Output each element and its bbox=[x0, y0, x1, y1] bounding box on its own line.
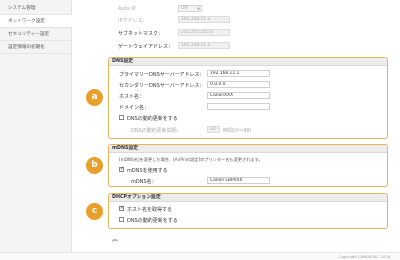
mdns-settings-section: mDNS設定 [mDNS名]を変更した場合、[AirPrint設定]のプリンター… bbox=[108, 144, 388, 187]
sidebar: システム管理 ネットワーク設定 セキュリティー設定 設定情報の初期化 bbox=[0, 0, 72, 260]
callout-badge-b: b bbox=[86, 157, 103, 174]
secondary-dns-label: セカンダリーDNSサーバーアドレス： bbox=[119, 83, 205, 89]
callout-badge-a: a bbox=[86, 89, 103, 106]
gateway-label: ゲートウェイアドレス： bbox=[118, 44, 174, 50]
host-name-label: ホスト名： bbox=[119, 94, 145, 100]
acquire-host-name-checkbox[interactable] bbox=[119, 205, 124, 211]
gateway-field[interactable]: 192.168.11.1 bbox=[178, 42, 230, 49]
subnet-mask-label: サブネットマスク： bbox=[118, 31, 164, 37]
dhcp-option-section: DHCPオプション設定 ホスト名を取得する DNSの動的更新をする bbox=[108, 193, 388, 229]
network-settings-page: システム管理 ネットワーク設定 セキュリティー設定 設定情報の初期化 Auto … bbox=[0, 0, 400, 260]
sidebar-item-system[interactable]: システム管理 bbox=[0, 2, 72, 15]
chevron-down-icon: ▼ bbox=[197, 7, 200, 11]
host-name-field[interactable]: CanonXXX bbox=[207, 92, 270, 99]
subnet-mask-field[interactable]: 255.255.255.0 bbox=[178, 29, 230, 36]
use-mdns-checkbox[interactable] bbox=[119, 166, 124, 172]
dns-dynamic-update-label: DNSの動的更新をする bbox=[127, 116, 178, 122]
primary-dns-label: プライマリーDNSサーバーアドレス： bbox=[119, 72, 205, 78]
dns-update-interval-field[interactable]: 24 bbox=[207, 126, 220, 133]
dns-update-interval-label: DNSの動的更新間隔： bbox=[131, 128, 182, 134]
callout-badge-c: c bbox=[86, 203, 103, 220]
sidebar-item-network[interactable]: ネットワーク設定 bbox=[0, 15, 72, 28]
acquire-host-name-label: ホスト名を取得する bbox=[127, 207, 173, 213]
dhcp-dns-dynamic-update-checkbox[interactable] bbox=[119, 217, 124, 222]
mdns-name-label: mDNS名： bbox=[131, 179, 157, 185]
mdns-note: [mDNS名]を変更した場合、[AirPrint設定]のプリンター名も変更されま… bbox=[119, 157, 263, 162]
mdns-name-field[interactable]: Canon LBPXXX bbox=[207, 177, 270, 184]
dns-update-interval-unit: 時間(0～48) bbox=[223, 128, 252, 134]
use-mdns-label: mDNSを使用する bbox=[127, 168, 168, 174]
ip-address-field[interactable]: 192.168.11.2 bbox=[178, 16, 230, 23]
dhcp-dns-dynamic-update-label: DNSの動的更新をする bbox=[127, 218, 178, 224]
auto-ip-value: ON bbox=[181, 6, 188, 11]
ip-address-label: IPアドレス： bbox=[118, 18, 148, 24]
domain-name-label: ドメイン名： bbox=[119, 105, 150, 111]
sidebar-item-reset[interactable]: 設定情報の初期化 bbox=[0, 41, 72, 54]
footer-copyright: Copyright CANON INC. 2016 bbox=[0, 252, 400, 260]
dns-settings-section: DNS設定 プライマリーDNSサーバーアドレス： 192.168.11.1 セカ… bbox=[108, 57, 388, 139]
dhcp-section-title: DHCPオプション設定 bbox=[109, 194, 387, 202]
auto-ip-label: Auto IP bbox=[118, 6, 136, 12]
domain-name-field[interactable] bbox=[207, 103, 270, 110]
dns-section-title: DNS設定 bbox=[109, 58, 387, 66]
dns-dynamic-update-checkbox[interactable] bbox=[119, 115, 124, 120]
sidebar-item-security[interactable]: セキュリティー設定 bbox=[0, 28, 72, 41]
secondary-dns-field[interactable]: 0.0.0.0 bbox=[207, 81, 270, 88]
primary-dns-field[interactable]: 192.168.11.1 bbox=[207, 70, 270, 77]
auto-ip-select[interactable]: ON ▼ bbox=[178, 5, 202, 12]
chevron-double-up-icon[interactable]: ︽ bbox=[112, 234, 118, 243]
mdns-section-title: mDNS設定 bbox=[109, 145, 387, 153]
